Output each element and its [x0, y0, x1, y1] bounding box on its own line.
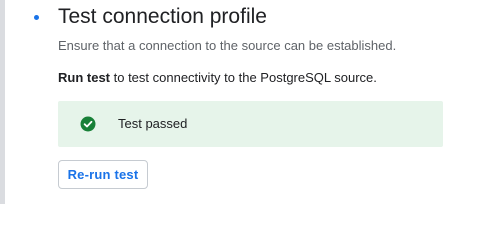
- instruction-rest: to test connectivity to the PostgreSQL s…: [110, 70, 377, 85]
- status-text: Test passed: [118, 116, 188, 131]
- instruction-text: Run test to test connectivity to the Pos…: [58, 70, 377, 86]
- rerun-test-button[interactable]: Re-run test: [58, 160, 148, 189]
- stepper-rail: [0, 0, 5, 204]
- instruction-emphasis: Run test: [58, 70, 110, 85]
- check-circle-icon: [80, 116, 96, 132]
- test-status-banner: Test passed: [58, 101, 443, 147]
- step-title: Test connection profile: [58, 5, 267, 28]
- step-bullet-icon: [34, 15, 39, 20]
- test-connection-step: Test connection profile Ensure that a co…: [0, 0, 492, 204]
- step-description: Ensure that a connection to the source c…: [58, 38, 397, 53]
